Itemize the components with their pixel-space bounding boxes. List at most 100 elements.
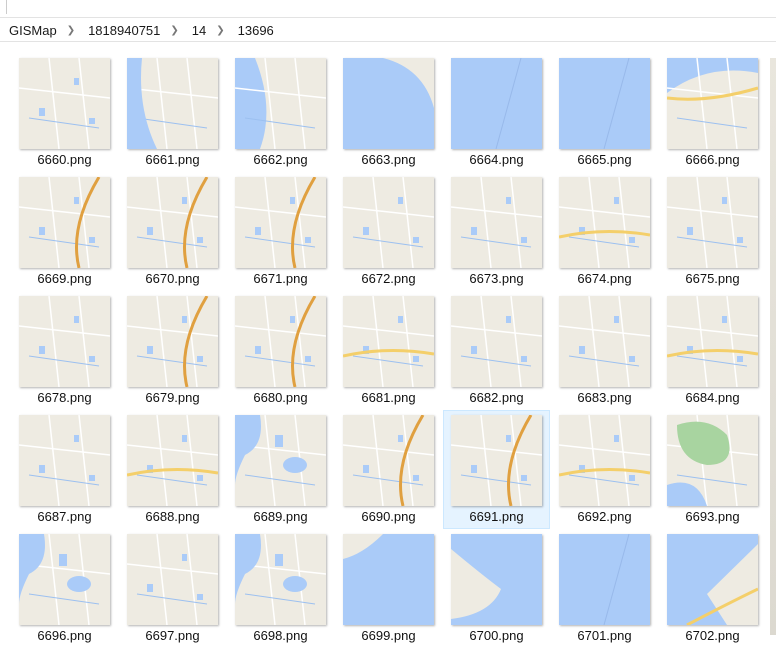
map-tile-thumbnail (559, 58, 650, 149)
file-name: 6697.png (145, 628, 200, 643)
file-item[interactable]: 6673.png (444, 173, 549, 290)
file-name: 6673.png (469, 271, 524, 286)
file-name: 6683.png (577, 390, 632, 405)
file-item[interactable]: 6690.png (336, 411, 441, 528)
map-tile-thumbnail (127, 534, 218, 625)
map-tile-thumbnail (451, 534, 542, 625)
file-item[interactable]: 6680.png (228, 292, 333, 409)
file-item[interactable]: 6683.png (552, 292, 657, 409)
map-tile-thumbnail (235, 177, 326, 268)
map-tile-thumbnail (451, 177, 542, 268)
map-tile-thumbnail (127, 177, 218, 268)
file-item[interactable]: 6678.png (12, 292, 117, 409)
map-tile-thumbnail (667, 58, 758, 149)
file-item[interactable]: 6702.png (660, 530, 765, 647)
file-name: 6665.png (577, 152, 632, 167)
map-tile-thumbnail (559, 534, 650, 625)
file-name: 6684.png (685, 390, 740, 405)
file-name: 6663.png (361, 152, 416, 167)
map-tile-thumbnail (127, 415, 218, 506)
map-tile-thumbnail (667, 296, 758, 387)
file-item[interactable]: 6688.png (120, 411, 225, 528)
map-tile-thumbnail (343, 58, 434, 149)
file-item[interactable]: 6661.png (120, 54, 225, 171)
map-tile-thumbnail (343, 415, 434, 506)
file-name: 6671.png (253, 271, 308, 286)
file-item[interactable]: 6693.png (660, 411, 765, 528)
file-name: 6689.png (253, 509, 308, 524)
file-item[interactable]: 6664.png (444, 54, 549, 171)
map-tile-thumbnail (235, 415, 326, 506)
file-name: 6664.png (469, 152, 524, 167)
map-tile-thumbnail (667, 177, 758, 268)
file-name: 6670.png (145, 271, 200, 286)
file-item[interactable]: 6662.png (228, 54, 333, 171)
file-name: 6698.png (253, 628, 308, 643)
file-name: 6687.png (37, 509, 92, 524)
map-tile-thumbnail (19, 534, 110, 625)
file-item[interactable]: 6666.png (660, 54, 765, 171)
file-item[interactable]: 6663.png (336, 54, 441, 171)
file-name: 6691.png (469, 509, 524, 524)
map-tile-thumbnail (19, 58, 110, 149)
file-item[interactable]: 6689.png (228, 411, 333, 528)
map-tile-thumbnail (127, 58, 218, 149)
file-name: 6681.png (361, 390, 416, 405)
map-tile-thumbnail (127, 296, 218, 387)
file-item[interactable]: 6701.png (552, 530, 657, 647)
file-name: 6678.png (37, 390, 92, 405)
map-tile-thumbnail (235, 58, 326, 149)
map-tile-thumbnail (19, 415, 110, 506)
file-item[interactable]: 6687.png (12, 411, 117, 528)
file-item[interactable]: 6675.png (660, 173, 765, 290)
file-name: 6700.png (469, 628, 524, 643)
map-tile-thumbnail (451, 58, 542, 149)
file-item[interactable]: 6692.png (552, 411, 657, 528)
file-item[interactable]: 6696.png (12, 530, 117, 647)
file-name: 6672.png (361, 271, 416, 286)
map-tile-thumbnail (451, 296, 542, 387)
file-item[interactable]: 6682.png (444, 292, 549, 409)
file-item[interactable]: 6665.png (552, 54, 657, 171)
map-tile-thumbnail (235, 296, 326, 387)
file-item[interactable]: 6660.png (12, 54, 117, 171)
map-tile-thumbnail (343, 296, 434, 387)
file-name: 6696.png (37, 628, 92, 643)
file-item[interactable]: 6700.png (444, 530, 549, 647)
map-tile-thumbnail (451, 415, 542, 506)
file-name: 6675.png (685, 271, 740, 286)
file-name: 6680.png (253, 390, 308, 405)
map-tile-thumbnail (343, 534, 434, 625)
file-item[interactable]: 6671.png (228, 173, 333, 290)
file-item[interactable]: 6672.png (336, 173, 441, 290)
file-name: 6679.png (145, 390, 200, 405)
file-name: 6693.png (685, 509, 740, 524)
file-item[interactable]: 6699.png (336, 530, 441, 647)
file-item[interactable]: 6691.png (443, 410, 550, 529)
file-item[interactable]: 6681.png (336, 292, 441, 409)
map-tile-thumbnail (667, 534, 758, 625)
file-item[interactable]: 6698.png (228, 530, 333, 647)
file-item[interactable]: 6670.png (120, 173, 225, 290)
file-name: 6682.png (469, 390, 524, 405)
file-name: 6692.png (577, 509, 632, 524)
map-tile-thumbnail (19, 296, 110, 387)
map-tile-thumbnail (559, 415, 650, 506)
file-name: 6660.png (37, 152, 92, 167)
file-name: 6669.png (37, 271, 92, 286)
file-item[interactable]: 6674.png (552, 173, 657, 290)
file-item[interactable]: 6669.png (12, 173, 117, 290)
map-tile-thumbnail (19, 177, 110, 268)
map-tile-thumbnail (559, 296, 650, 387)
map-tile-thumbnail (667, 415, 758, 506)
map-tile-thumbnail (235, 534, 326, 625)
file-item[interactable]: 6679.png (120, 292, 225, 409)
file-name: 6662.png (253, 152, 308, 167)
file-item[interactable]: 6697.png (120, 530, 225, 647)
map-tile-thumbnail (559, 177, 650, 268)
file-name: 6701.png (577, 628, 632, 643)
file-item[interactable]: 6684.png (660, 292, 765, 409)
file-name: 6699.png (361, 628, 416, 643)
file-name: 6688.png (145, 509, 200, 524)
file-name: 6702.png (685, 628, 740, 643)
